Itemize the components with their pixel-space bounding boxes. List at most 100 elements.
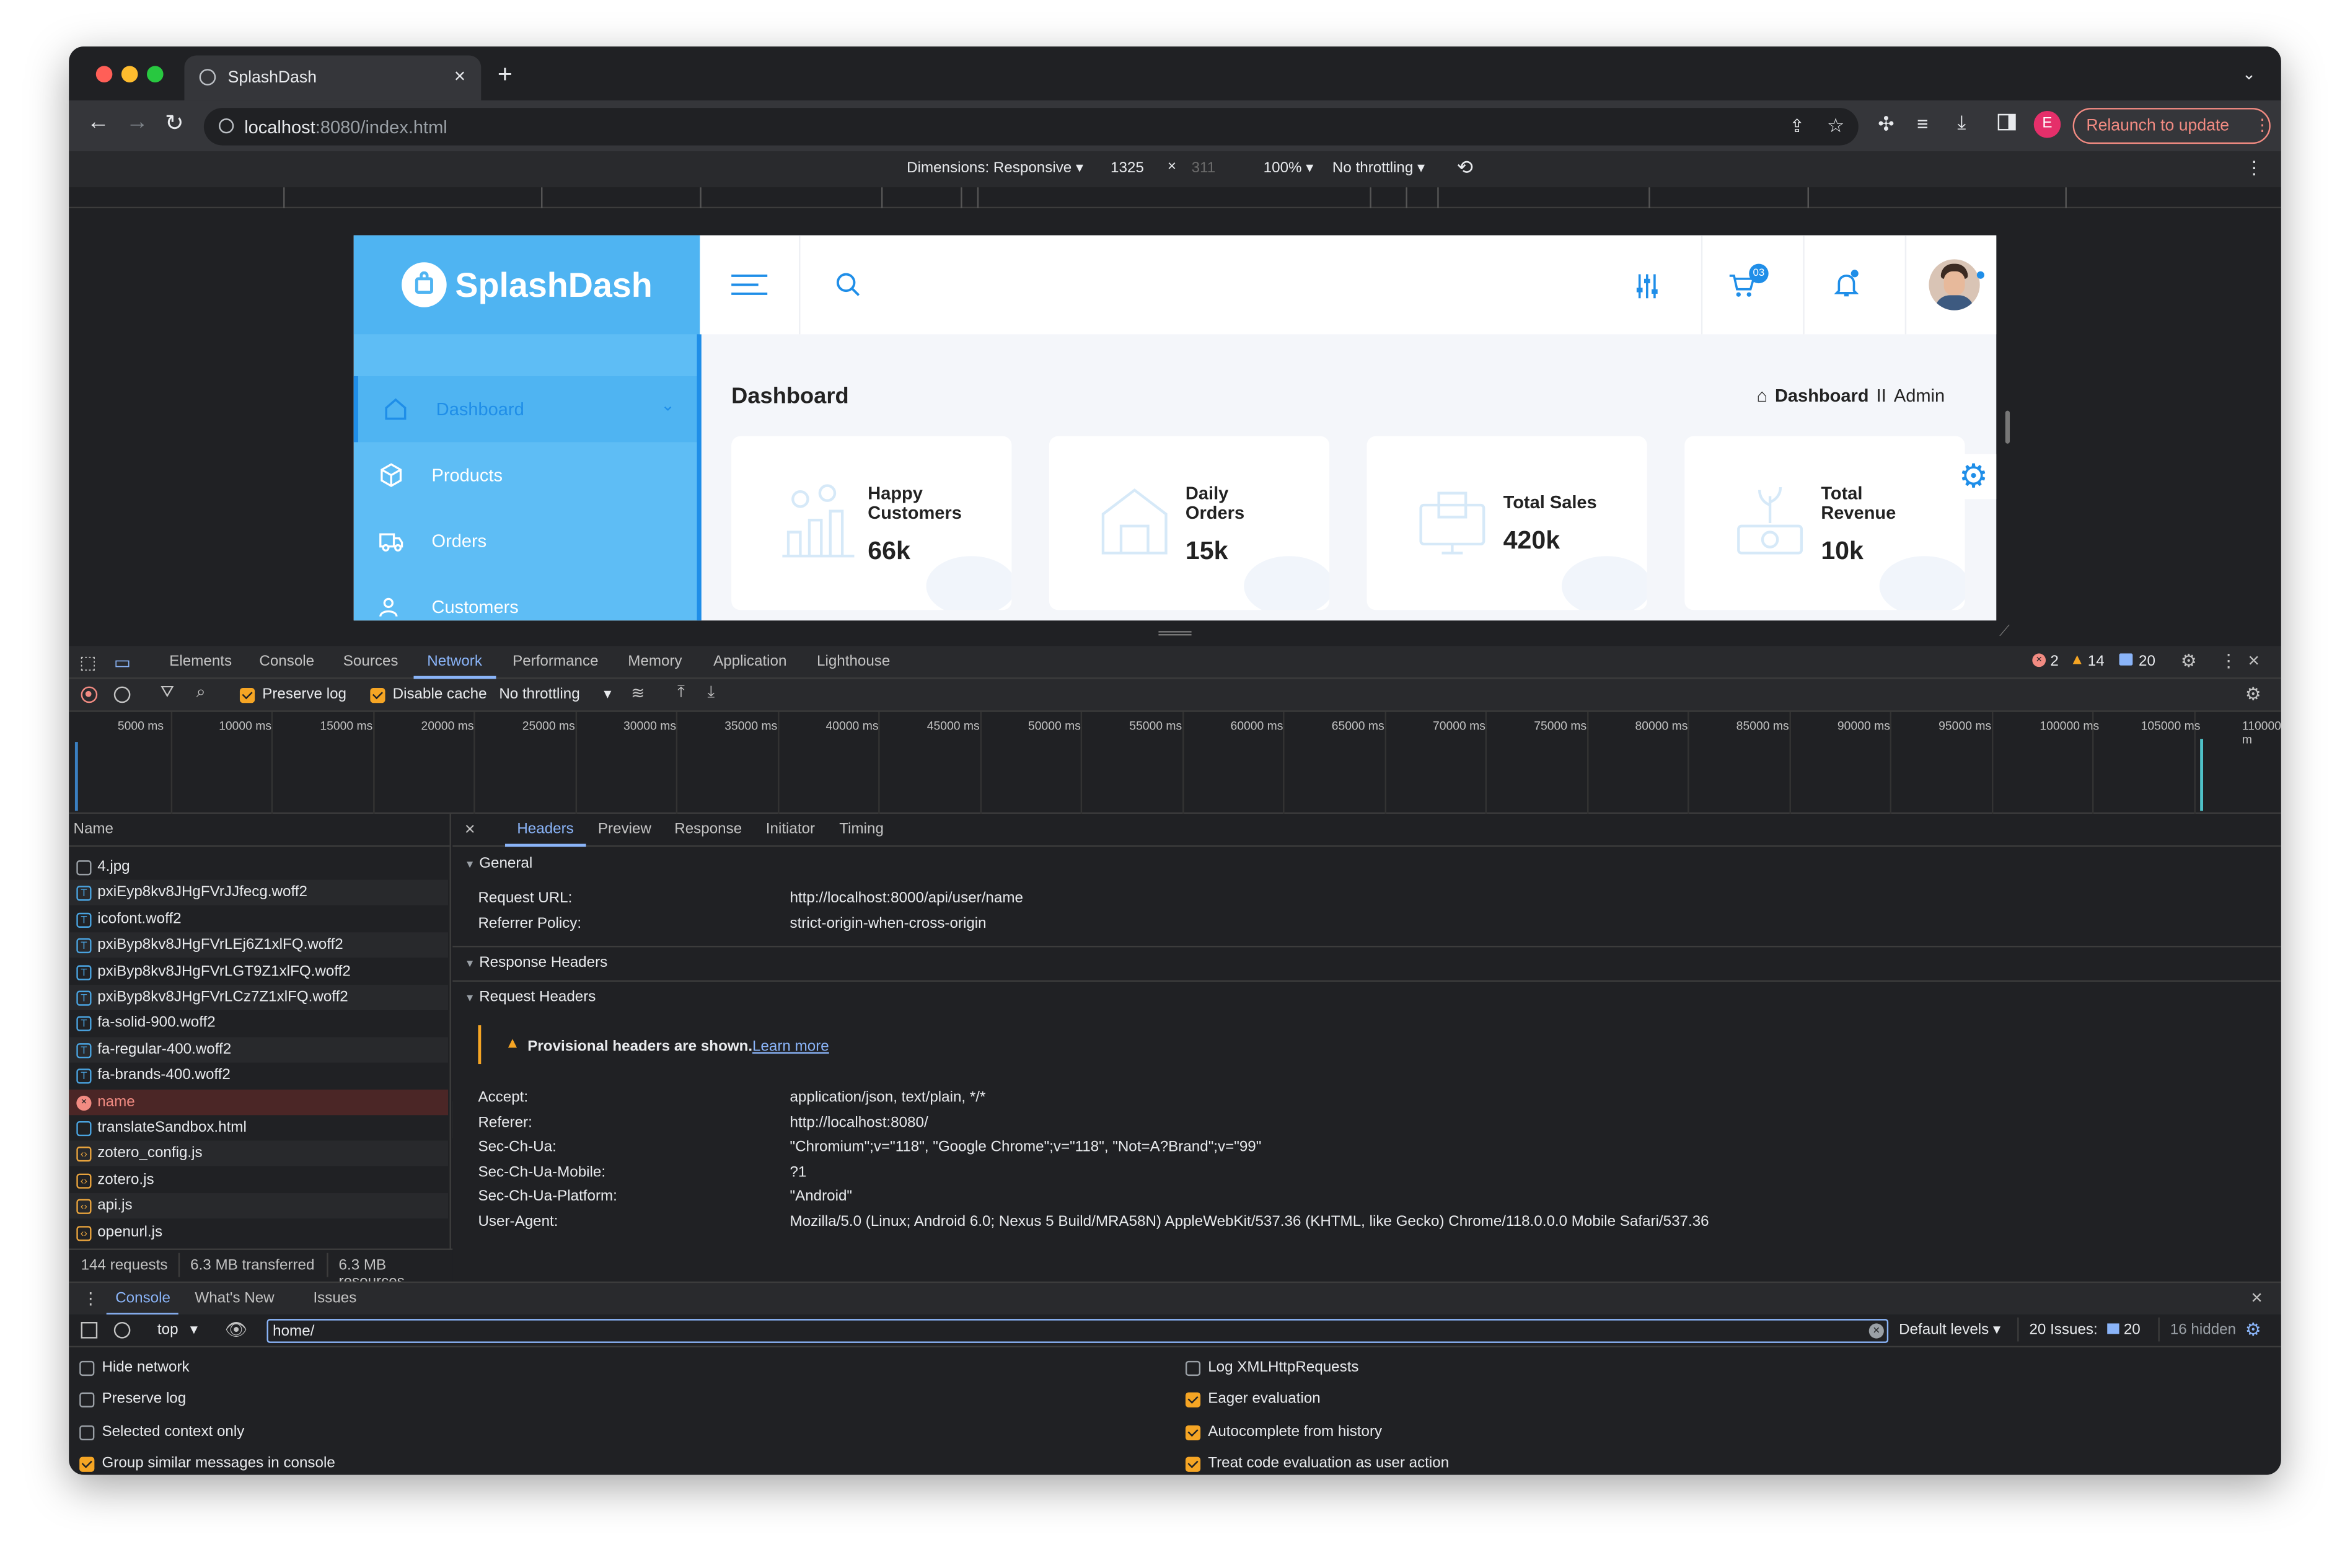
close-window-button[interactable] — [95, 66, 113, 83]
nav-item-dashboard[interactable]: Dashboard ⌄ — [353, 376, 700, 443]
dimensions-select[interactable]: Dimensions: Responsive ▾ — [907, 161, 1083, 177]
settings-fab[interactable]: ⚙ — [1951, 454, 1997, 500]
browser-tab[interactable]: SplashDash × — [184, 55, 482, 101]
tab-performance[interactable]: Performance — [513, 653, 598, 670]
tab-network[interactable]: Network — [427, 653, 482, 670]
search-icon[interactable]: ⌕ — [196, 684, 206, 703]
address-bar[interactable]: localhost:8080/index.html ⇪ ☆ — [203, 108, 1859, 146]
swap-dimensions-icon[interactable]: × — [1168, 159, 1176, 175]
live-expression-eye-icon[interactable]: 👁 — [225, 1319, 248, 1340]
rotate-icon[interactable]: ⟲ — [1457, 156, 1473, 180]
width-input[interactable]: 1325 — [1111, 161, 1144, 177]
request-row[interactable]: Tfa-brands-400.woff2 — [69, 1063, 448, 1088]
network-conditions-icon[interactable]: ≋ — [631, 684, 645, 703]
detail-tab-response[interactable]: Response — [674, 821, 742, 838]
request-row[interactable]: translateSandbox.html — [69, 1115, 448, 1140]
tab-memory[interactable]: Memory — [628, 653, 682, 670]
hamburger-menu-icon[interactable] — [730, 273, 769, 297]
bookmark-star-icon[interactable]: ☆ — [1827, 114, 1844, 138]
import-har-icon[interactable]: ⤒ — [677, 684, 685, 703]
extensions-puzzle-icon[interactable]: ✣ — [1878, 112, 1894, 136]
filter-icon[interactable]: ⛛ — [161, 684, 174, 703]
close-tab-icon[interactable]: × — [454, 64, 465, 87]
device-throttling-select[interactable]: No throttling ▾ — [1332, 161, 1425, 177]
detail-tab-timing[interactable]: Timing — [839, 821, 884, 838]
new-tab-button[interactable]: + — [498, 60, 513, 90]
option-checkbox[interactable] — [79, 1360, 95, 1376]
tab-lighthouse[interactable]: Lighthouse — [817, 653, 890, 670]
option-checkbox[interactable] — [1185, 1360, 1201, 1376]
zoom-select[interactable]: 100% ▾ — [1264, 161, 1314, 177]
share-icon[interactable]: ⇪ — [1790, 115, 1805, 136]
general-section-toggle[interactable]: ▼ General — [452, 848, 2281, 881]
request-row[interactable]: Ticofont.woff2 — [69, 907, 448, 932]
devtools-close-icon[interactable]: × — [2248, 649, 2260, 671]
option-checkbox[interactable] — [79, 1425, 95, 1440]
maximize-window-button[interactable] — [147, 66, 164, 83]
device-menu-icon[interactable]: ⋮ — [2245, 157, 2263, 178]
profile-avatar[interactable]: E — [2033, 110, 2061, 138]
reading-list-icon[interactable]: ≡ — [1917, 112, 1928, 134]
response-headers-toggle[interactable]: ▼ Response Headers — [452, 945, 2281, 979]
network-settings-icon[interactable]: ⚙ — [2245, 684, 2261, 705]
drawer-close-icon[interactable]: × — [2251, 1286, 2262, 1308]
console-settings-icon[interactable]: ⚙ — [2245, 1319, 2261, 1340]
side-panel-icon[interactable] — [1997, 113, 2016, 131]
disable-cache-checkbox[interactable] — [370, 688, 385, 703]
drawer-tab-issues[interactable]: Issues — [313, 1290, 356, 1307]
message-count[interactable]: 20 — [2139, 653, 2155, 670]
detail-tab-headers[interactable]: Headers — [517, 821, 573, 838]
home-icon[interactable]: ⌂ — [1756, 385, 1767, 407]
name-column-header[interactable]: Name — [69, 814, 451, 847]
request-row[interactable]: TpxiByp8kv8JHgFVrLCz7Z1xlFQ.woff2 — [69, 984, 449, 1010]
viewport-resize-handle-right[interactable] — [2005, 410, 2010, 444]
drawer-menu-icon[interactable]: ⋮ — [82, 1289, 99, 1308]
preserve-log-checkbox[interactable] — [239, 688, 255, 703]
option-checkbox[interactable] — [1185, 1393, 1201, 1408]
brand-logo[interactable]: SplashDash — [353, 235, 700, 335]
user-avatar[interactable] — [1929, 259, 1980, 311]
site-info-icon[interactable] — [219, 118, 234, 134]
request-row[interactable]: TpxiEyp8kv8JHgFVrJJfecg.woff2 — [69, 880, 449, 906]
clear-filter-icon[interactable]: × — [1868, 1323, 1884, 1339]
request-row[interactable]: Tfa-regular-400.woff2 — [69, 1037, 449, 1063]
log-levels-select[interactable]: Default levels ▾ — [1899, 1322, 2000, 1339]
learn-more-link[interactable]: Learn more — [752, 1039, 829, 1055]
request-row[interactable]: 4.jpg — [69, 854, 448, 879]
forward-icon[interactable]: → — [126, 110, 148, 135]
tab-sources[interactable]: Sources — [343, 653, 398, 670]
option-checkbox[interactable] — [79, 1457, 95, 1473]
console-clear-icon[interactable] — [113, 1322, 131, 1339]
console-sidebar-icon[interactable] — [81, 1322, 98, 1339]
back-icon[interactable]: ← — [87, 110, 109, 135]
issues-label[interactable]: 20 Issues: — [2029, 1322, 2097, 1339]
request-row[interactable]: × name — [69, 1089, 449, 1115]
option-checkbox[interactable] — [1185, 1425, 1201, 1440]
sliders-icon[interactable] — [1635, 273, 1659, 300]
reload-icon[interactable]: ↻ — [165, 110, 183, 136]
record-icon[interactable] — [81, 686, 98, 703]
tab-application[interactable]: Application — [713, 653, 786, 670]
nav-item-orders[interactable]: Orders — [354, 508, 700, 574]
detail-tab-preview[interactable]: Preview — [598, 821, 651, 838]
request-row[interactable]: Tfa-solid-900.woff2 — [69, 1011, 448, 1036]
request-row[interactable]: TpxiByp8kv8JHgFVrLEj6Z1xlFQ.woff2 — [69, 932, 449, 958]
search-icon[interactable] — [835, 271, 862, 299]
request-row[interactable]: ‹› zotero_config.js — [69, 1141, 449, 1167]
network-timeline[interactable]: 5000 ms 10000 ms 15000 ms 20000 ms 25000 ms 3… — [69, 711, 2281, 814]
tab-elements[interactable]: Elements — [169, 653, 232, 670]
request-headers-toggle[interactable]: ▼ Request Headers — [452, 980, 2281, 1013]
option-checkbox[interactable] — [1185, 1457, 1201, 1473]
download-icon[interactable]: ⤓ — [1957, 111, 1966, 135]
drawer-tab-console[interactable]: Console — [115, 1290, 170, 1307]
request-row[interactable]: ‹› openurl.js — [69, 1220, 448, 1245]
inspect-element-icon[interactable]: ⬚ — [79, 652, 96, 673]
clear-icon[interactable] — [113, 686, 131, 703]
breadcrumb-dashboard[interactable]: Dashboard — [1775, 385, 1869, 407]
export-har-icon[interactable]: ⤓ — [707, 684, 715, 703]
drawer-tab-whats-new[interactable]: What's New — [195, 1290, 274, 1307]
devtools-settings-icon[interactable]: ⚙ — [2181, 651, 2197, 672]
nav-item-customers[interactable]: Customers — [354, 574, 700, 620]
issues-count[interactable]: 20 — [2124, 1322, 2141, 1339]
close-details-icon[interactable]: × — [465, 818, 475, 839]
